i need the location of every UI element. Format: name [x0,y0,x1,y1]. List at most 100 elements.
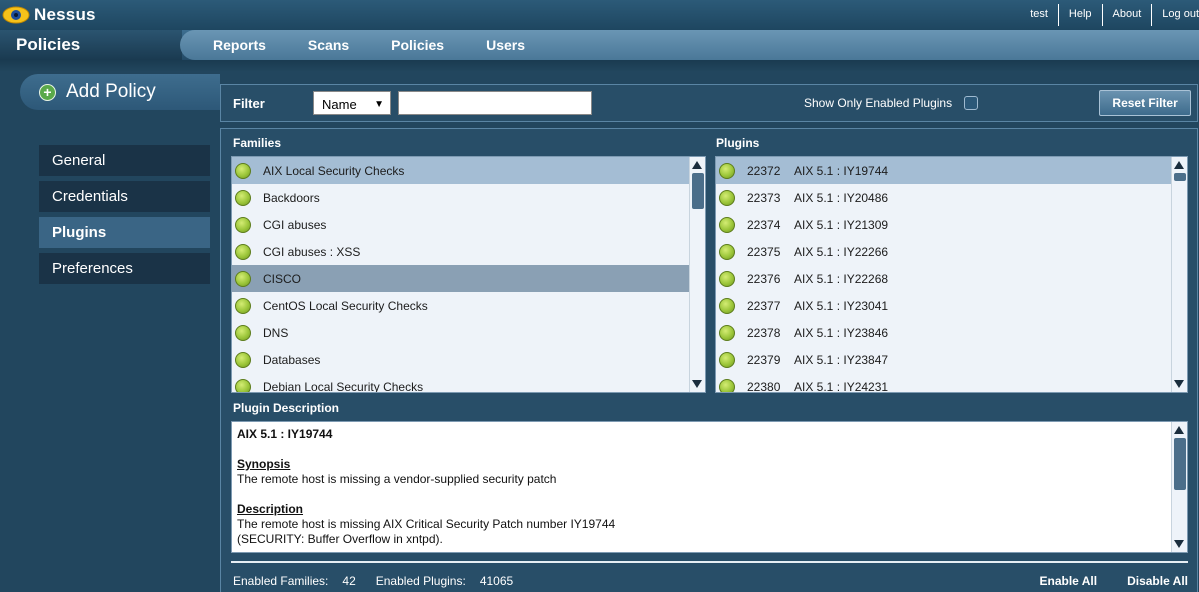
reset-filter-button[interactable]: Reset Filter [1099,90,1192,116]
enabled-status-icon[interactable] [235,216,251,233]
plugin-row[interactable]: 22373 AIX 5.1 : IY20486 [716,184,1171,211]
logout-link[interactable]: Log out [1152,4,1199,26]
show-enabled-checkbox[interactable] [964,96,979,110]
families-scrollbar[interactable] [689,157,705,392]
plugin-id: 22379 [747,352,781,367]
plugin-name: AIX 5.1 : IY22266 [794,244,889,259]
plugin-row[interactable]: 22376 AIX 5.1 : IY22268 [716,265,1171,292]
family-name: CGI abuses [263,217,327,232]
scroll-thumb[interactable] [1174,438,1186,490]
scroll-down-icon[interactable] [692,380,702,388]
enabled-status-icon[interactable] [235,351,251,368]
main-menu: Reports Scans Policies Users [180,30,1199,60]
enabled-status-icon[interactable] [719,351,735,368]
nav-users[interactable]: Users [486,37,525,53]
plugin-row[interactable]: 22380 AIX 5.1 : IY24231 [716,373,1171,393]
family-row[interactable]: Debian Local Security Checks [232,373,689,393]
enabled-status-icon[interactable] [719,297,735,314]
enabled-status-icon[interactable] [719,243,735,260]
family-row[interactable]: CGI abuses [232,211,689,238]
family-name: Backdoors [263,190,320,205]
plugin-title: AIX 5.1 : IY19744 [237,427,333,441]
plugin-name: AIX 5.1 : IY22268 [794,271,889,286]
enabled-status-icon[interactable] [235,243,251,260]
description-scrollbar[interactable] [1171,422,1187,552]
enabled-plugins-count: 41065 [479,574,514,588]
plugins-rows: 22372 AIX 5.1 : IY19744 22373 AIX 5.1 : IY2… [716,157,1187,393]
nav-scans[interactable]: Scans [308,37,349,53]
enabled-plugins-label: Enabled Plugins: [375,574,466,588]
scroll-down-icon[interactable] [1174,380,1184,388]
user-link[interactable]: test [1020,4,1059,26]
nav-policies[interactable]: Policies [391,37,444,53]
family-name: CentOS Local Security Checks [263,298,428,313]
scroll-thumb[interactable] [1174,173,1186,181]
help-link[interactable]: Help [1059,4,1103,26]
family-row[interactable]: Databases [232,346,689,373]
app-name: Nessus [34,5,96,24]
family-row[interactable]: AIX Local Security Checks [232,157,689,184]
plugin-id: 22373 [747,190,781,205]
side-tab-plugins[interactable]: Plugins [39,217,210,248]
enabled-status-icon[interactable] [719,378,735,392]
plugin-name: AIX 5.1 : IY23847 [794,352,889,367]
enabled-status-icon[interactable] [235,162,251,179]
enabled-status-icon[interactable] [235,270,251,287]
scroll-down-icon[interactable] [1174,540,1184,548]
plugin-row[interactable]: 22374 AIX 5.1 : IY21309 [716,211,1171,238]
enabled-status-icon[interactable] [719,216,735,233]
scroll-thumb[interactable] [692,173,704,209]
description-label: Description [237,502,304,516]
plugin-row[interactable]: 22377 AIX 5.1 : IY23041 [716,292,1171,319]
enabled-status-icon[interactable] [235,297,251,314]
family-row[interactable]: CentOS Local Security Checks [232,292,689,319]
plugins-scrollbar[interactable] [1171,157,1187,392]
scroll-up-icon[interactable] [1174,426,1184,434]
plus-circle-icon: + [39,83,56,101]
family-row[interactable]: Backdoors [232,184,689,211]
filter-select-value: Name [322,96,357,112]
enabled-status-icon[interactable] [235,378,251,392]
family-row[interactable]: DNS [232,319,689,346]
enabled-status-icon[interactable] [719,324,735,341]
plugin-row[interactable]: 22379 AIX 5.1 : IY23847 [716,346,1171,373]
plugin-id: 22372 [747,163,781,178]
eye-icon [0,0,32,30]
plugin-name: AIX 5.1 : IY20486 [794,190,889,205]
family-row[interactable]: CGI abuses : XSS [232,238,689,265]
families-list: AIX Local Security Checks Backdoors CGI ab… [231,156,706,393]
side-tab-credentials[interactable]: Credentials [39,181,210,212]
plugin-row[interactable]: 22378 AIX 5.1 : IY23846 [716,319,1171,346]
enabled-status-icon[interactable] [719,162,735,179]
family-name: Debian Local Security Checks [263,379,424,393]
side-tab-general[interactable]: General [39,145,210,176]
scroll-up-icon[interactable] [1174,161,1184,169]
enable-all-button[interactable]: Enable All [1040,574,1098,588]
family-name: DNS [263,325,289,340]
enabled-status-icon[interactable] [235,189,251,206]
side-tab-preferences[interactable]: Preferences [39,253,210,284]
enabled-families-label: Enabled Families: [233,574,329,588]
about-link[interactable]: About [1103,4,1153,26]
disable-all-button[interactable]: Disable All [1127,574,1188,588]
plugins-header: Plugins [716,136,760,150]
plugin-description-content: AIX 5.1 : IY19744 Synopsis The remote ho… [232,422,1187,547]
plugin-row[interactable]: 22375 AIX 5.1 : IY22266 [716,238,1171,265]
plugin-name: AIX 5.1 : IY24231 [794,379,889,393]
plugin-id: 22377 [747,298,781,313]
plugin-id: 22375 [747,244,781,259]
family-row[interactable]: CISCO [232,265,689,292]
filter-field-select[interactable]: Name ▼ [313,91,391,115]
plugin-row[interactable]: 22372 AIX 5.1 : IY19744 [716,157,1171,184]
enabled-families-count: 42 [342,574,356,588]
filter-text-input[interactable] [398,91,592,115]
enabled-status-icon[interactable] [719,189,735,206]
description-header: Plugin Description [233,401,340,415]
enabled-status-icon[interactable] [235,324,251,341]
nav-reports[interactable]: Reports [213,37,266,53]
plugin-id: 22374 [747,217,781,232]
filter-label: Filter [233,95,265,111]
footer-actions: Enable All Disable All [1040,574,1189,588]
enabled-status-icon[interactable] [719,270,735,287]
scroll-up-icon[interactable] [692,161,702,169]
